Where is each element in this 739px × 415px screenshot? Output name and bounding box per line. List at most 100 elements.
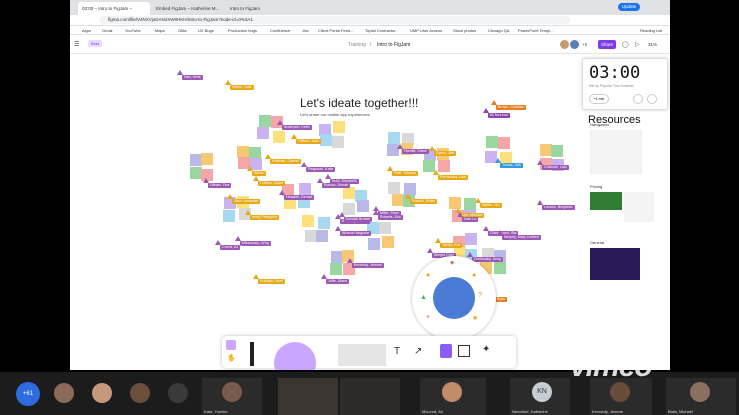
sticky-note[interactable]	[201, 152, 214, 165]
avatar[interactable]	[560, 40, 569, 49]
sticky-note[interactable]	[222, 210, 235, 223]
bookmark-jira[interactable]: Jira	[302, 28, 308, 33]
tab-intro[interactable]: Intro to FigJam	[226, 2, 298, 15]
file-name[interactable]: Intro to FigJam	[377, 42, 410, 48]
plugin-tool-icon[interactable]: ✦	[482, 344, 490, 355]
timer-widget[interactable]: 03:00 Set by Popular Tom Summer +1 min	[582, 58, 668, 110]
sticky-note[interactable]	[298, 182, 311, 195]
video-tile[interactable]: McLeod, Ali	[420, 378, 486, 415]
cursor-name-label: Missowary, Greg	[240, 241, 271, 246]
url-input[interactable]: figma.com/file/V4NXVjoDAN4XW8HKH/Intro-t…	[100, 16, 570, 24]
sticky-note[interactable]	[272, 130, 285, 143]
participant-avatar[interactable]	[54, 383, 74, 403]
bookmark-prodbugs[interactable]: Production bugs	[228, 28, 257, 33]
tab-timer[interactable]: 03:00 – Intro to FigJam –	[78, 2, 150, 15]
bookmark-client[interactable]: Client Portal Feed...	[318, 28, 353, 33]
sticky-note[interactable]	[331, 136, 344, 149]
bookmark-stock[interactable]: Stock photos	[453, 28, 476, 33]
tab-embed[interactable]: Embed FigJam – Katherine M...	[152, 2, 224, 15]
update-button[interactable]: Update	[618, 3, 640, 11]
add-minute-button[interactable]: +1 min	[589, 94, 609, 104]
sticky-note[interactable]	[486, 136, 499, 149]
heart-icon[interactable]: ♥	[450, 260, 454, 267]
sticky-note[interactable]	[256, 127, 269, 140]
video-tile[interactable]	[278, 378, 338, 415]
plus-icon[interactable]: +	[426, 314, 430, 321]
bookmark-confluence[interactable]: Confluence	[270, 28, 290, 33]
sticky-note[interactable]	[317, 216, 330, 229]
emoji-wheel[interactable]: ♥ ● ? ★ ● ▲ +	[412, 256, 496, 340]
menu-icon[interactable]: ☰	[74, 41, 79, 48]
sticky-note[interactable]	[498, 137, 511, 150]
sticky-note[interactable]	[304, 230, 317, 243]
sticky-note[interactable]	[403, 182, 416, 195]
bookmark-chicago[interactable]: Chicago QA	[488, 28, 510, 33]
bookmark-toptal[interactable]: Toptal Contractor...	[365, 28, 399, 33]
bookmark-maps[interactable]: Maps	[155, 28, 165, 33]
bookmark-youtube[interactable]: YouTube	[125, 28, 141, 33]
sticky-note[interactable]	[465, 233, 478, 246]
sticky-note[interactable]	[258, 114, 271, 127]
marker-tool-icon[interactable]	[250, 342, 254, 366]
video-tile[interactable]: Kato, Yumiko	[202, 378, 262, 415]
sticky-note[interactable]	[382, 235, 395, 248]
sticky-note[interactable]	[302, 214, 315, 227]
sticky-note[interactable]	[332, 120, 345, 133]
extra-participants-button[interactable]: +61	[16, 382, 40, 406]
sticky-note[interactable]	[237, 145, 250, 158]
sticky-note[interactable]	[437, 159, 450, 172]
sticky-tool-icon[interactable]	[338, 344, 386, 366]
avatar-count[interactable]: +5	[582, 42, 587, 47]
wheel-center[interactable]	[433, 277, 475, 319]
participant-avatar[interactable]	[168, 383, 188, 403]
thinking-icon[interactable]: ●	[472, 272, 476, 279]
comment-icon[interactable]: ◯	[622, 41, 629, 48]
hand-tool-icon[interactable]: ✋	[227, 354, 236, 362]
sticky-note[interactable]	[368, 238, 381, 251]
sticky-note[interactable]	[379, 222, 392, 235]
avatar[interactable]	[570, 40, 579, 49]
sticky-note[interactable]	[551, 145, 564, 158]
star-icon[interactable]: ★	[472, 314, 478, 322]
share-button[interactable]: Share	[598, 40, 616, 49]
stop-button[interactable]	[647, 94, 657, 104]
zoom-level[interactable]: 31%	[648, 42, 657, 47]
sticky-note[interactable]	[388, 181, 401, 194]
question-icon[interactable]: ?	[478, 292, 482, 299]
breadcrumb-parent[interactable]: Training	[348, 42, 366, 48]
text-tool-icon[interactable]: T	[394, 346, 400, 357]
laugh-icon[interactable]: ●	[426, 272, 430, 279]
video-tile[interactable]: KN Nenddorf, Katherine	[510, 378, 570, 415]
sticky-note[interactable]	[343, 187, 356, 200]
bookmark-apps[interactable]: Apps	[82, 28, 91, 33]
bookmark-reading[interactable]: Reading List	[640, 28, 662, 33]
bookmark-uxbugs[interactable]: UX Bugs	[198, 28, 214, 33]
sticky-note[interactable]	[356, 199, 369, 212]
bookmark-okta[interactable]: Okta	[178, 28, 186, 33]
play-icon[interactable]: ▷	[635, 41, 640, 48]
bookmark-gmail[interactable]: Gmail	[102, 28, 112, 33]
participant-avatar[interactable]	[92, 383, 112, 403]
sticky-note[interactable]	[388, 131, 401, 144]
sticky-note[interactable]	[493, 262, 506, 275]
sticky-note[interactable]	[330, 263, 343, 276]
pause-button[interactable]	[633, 94, 643, 104]
people-tool-icon[interactable]	[440, 344, 452, 358]
thumbs-up-icon[interactable]: ▲	[420, 294, 427, 301]
video-tile[interactable]	[340, 378, 400, 415]
participant-avatar[interactable]	[130, 383, 150, 403]
bookmark-ppt[interactable]: PowerPoint Templ...	[518, 28, 554, 33]
table-tool-icon[interactable]	[458, 345, 470, 357]
sticky-note[interactable]	[320, 134, 333, 147]
figjam-canvas[interactable]: Let's ideate together!!! Let's share our…	[70, 54, 670, 370]
shape-tool-icon[interactable]	[274, 342, 316, 370]
sticky-note[interactable]	[189, 154, 202, 167]
sticky-note[interactable]	[315, 230, 328, 243]
timer-display: 03:00	[589, 63, 641, 83]
bookmark-ump[interactable]: UMP User Access	[410, 28, 442, 33]
sticky-note[interactable]	[189, 167, 202, 180]
connector-tool-icon[interactable]: ↗	[414, 346, 422, 357]
video-tile[interactable]: Batis, Michael	[666, 378, 736, 415]
cursor-name-label: Corvis, AJ	[220, 245, 241, 250]
select-tool-icon[interactable]	[226, 340, 236, 350]
